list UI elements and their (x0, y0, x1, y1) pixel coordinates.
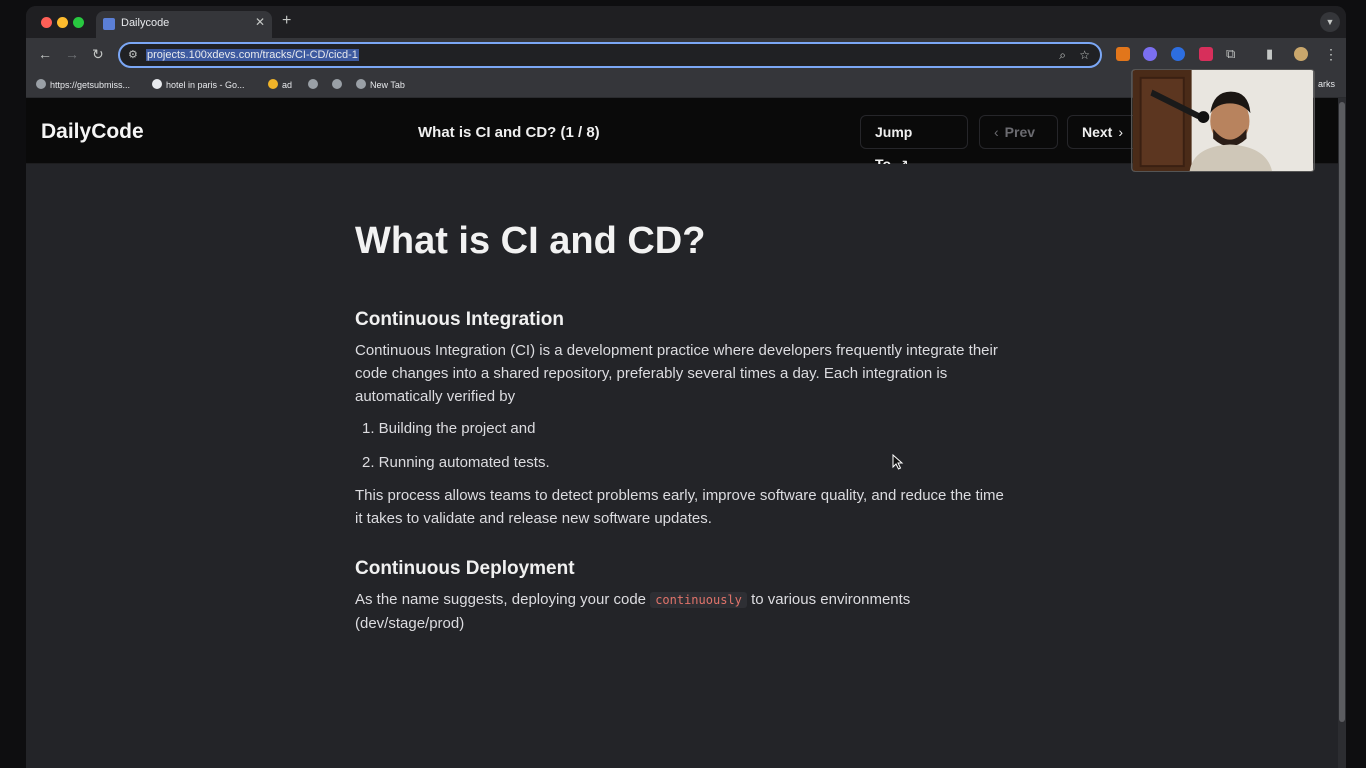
bookmark-item[interactable] (332, 79, 346, 90)
tab-search-chevron-icon[interactable]: ▼ (1320, 12, 1340, 32)
url-text[interactable]: projects.100xdevs.com/tracks/CI-CD/cicd-… (146, 49, 359, 61)
ci-benefit-paragraph: This process allows teams to detect prob… (355, 487, 1004, 527)
extensions-puzzle-icon[interactable]: ⧉ (1226, 46, 1235, 62)
address-bar[interactable]: ⚙ projects.100xdevs.com/tracks/CI-CD/cic… (118, 42, 1102, 68)
zoom-icon[interactable]: ⌕ (1059, 48, 1066, 63)
metamask-extension-icon[interactable] (1116, 47, 1130, 61)
fire-icon (268, 79, 278, 89)
profile-avatar[interactable] (1294, 47, 1308, 61)
bookmark-item[interactable]: https://getsubmiss... (36, 79, 130, 90)
tab-title: Dailycode (121, 17, 170, 29)
lesson-title: What is CI and CD? (1 / 8) (418, 124, 600, 141)
browser-toolbar: ← → ↻ ⚙ projects.100xdevs.com/tracks/CI-… (26, 38, 1346, 72)
extension-icon[interactable] (1199, 47, 1213, 61)
globe-icon (36, 79, 46, 89)
side-panel-icon[interactable]: ▮ (1266, 46, 1273, 62)
next-label: Next (1082, 124, 1113, 140)
globe-icon (308, 79, 318, 89)
browser-menu-icon[interactable]: ⋮ (1324, 46, 1338, 63)
bookmark-label: New Tab (370, 80, 405, 90)
chevron-left-icon: ‹ (994, 124, 999, 140)
list-item: 2. Running automated tests. (362, 454, 550, 471)
site-info-icon[interactable]: ⚙ (128, 48, 138, 61)
back-arrow-icon[interactable]: ← (38, 46, 52, 62)
webcam-video-overlay (1131, 69, 1315, 172)
globe-icon (356, 79, 366, 89)
tab-strip: Dailycode ✕ + ▼ (26, 6, 1346, 38)
jump-to-button[interactable]: Jump To↗ (860, 115, 968, 172)
cd-text-before: As the name suggests, deploying your cod… (355, 591, 647, 608)
reload-icon[interactable]: ↻ (92, 46, 104, 63)
cd-heading: Continuous Deployment (355, 558, 575, 579)
bookmark-star-icon[interactable]: ☆ (1079, 48, 1090, 62)
scrollbar-thumb[interactable] (1339, 102, 1345, 722)
bookmark-label: hotel in paris - Go... (166, 80, 245, 90)
all-bookmarks-link[interactable]: arks (1318, 79, 1335, 89)
dailycode-logo[interactable]: DailyCode (41, 120, 144, 144)
globe-icon (332, 79, 342, 89)
cd-paragraph: As the name suggests, deploying your cod… (355, 588, 975, 635)
bookmark-label: https://getsubmiss... (50, 80, 131, 90)
new-tab-button[interactable]: + (282, 12, 291, 30)
screen-background: Dailycode ✕ + ▼ ← → ↻ ⚙ projects.100xdev… (0, 0, 1366, 768)
page-scrollbar[interactable] (1338, 98, 1346, 768)
maximize-window-button[interactable] (73, 17, 84, 28)
minimize-window-button[interactable] (57, 17, 68, 28)
google-icon (152, 79, 162, 89)
content-area: What is CI and CD? Continuous Integratio… (26, 164, 1338, 768)
close-window-button[interactable] (41, 17, 52, 28)
extension-icon[interactable] (1143, 47, 1157, 61)
page-title: What is CI and CD? (355, 220, 706, 262)
ci-paragraph: Continuous Integration (CI) is a develop… (355, 342, 998, 405)
bookmark-item[interactable]: hotel in paris - Go... (152, 79, 245, 90)
bookmark-label: ad (282, 80, 293, 90)
bookmark-item[interactable]: ad (268, 79, 292, 90)
mouse-cursor-icon (892, 454, 904, 470)
dailycode-favicon-icon (103, 18, 115, 30)
chevron-right-icon: › (1118, 124, 1124, 140)
bookmark-item[interactable]: New Tab (356, 79, 405, 90)
list-item: 1. Building the project and (362, 420, 536, 437)
inline-code: continuously (650, 592, 747, 608)
ci-heading: Continuous Integration (355, 309, 564, 330)
tab-dailycode[interactable]: Dailycode ✕ (96, 11, 272, 38)
extension-icon[interactable] (1171, 47, 1185, 61)
forward-arrow-icon[interactable]: → (65, 46, 79, 62)
close-tab-icon[interactable]: ✕ (255, 15, 265, 29)
prev-label: Prev (1004, 124, 1036, 140)
prev-button[interactable]: ‹ Prev (979, 115, 1058, 149)
bookmark-item[interactable] (308, 79, 322, 90)
